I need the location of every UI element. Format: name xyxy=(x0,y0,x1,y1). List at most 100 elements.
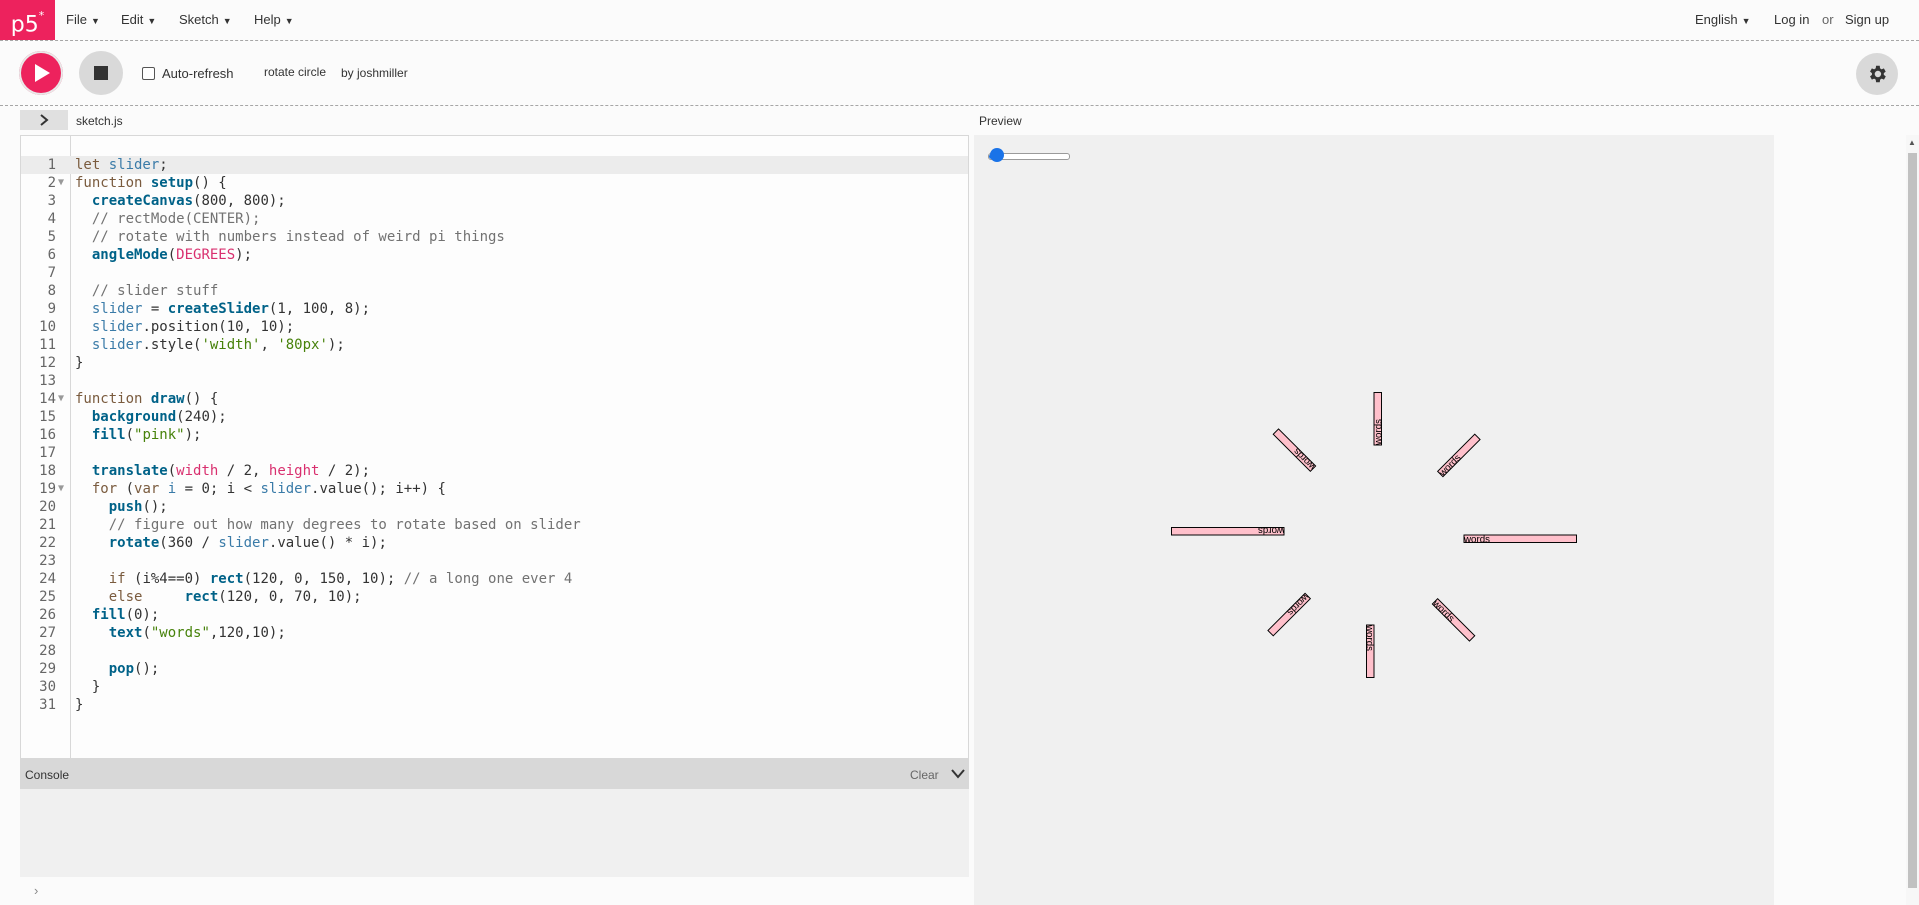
line-number: 13 xyxy=(39,373,56,389)
line-number: 6 xyxy=(47,247,56,263)
code-text: if (i%4==0) rect(120, 0, 150, 10); // a … xyxy=(108,571,573,587)
code-line[interactable]: 27 text("words",120,10); xyxy=(21,624,968,642)
or-separator: or xyxy=(1822,12,1834,27)
scrollbar-thumb[interactable] xyxy=(1908,153,1917,888)
code-line[interactable]: 9 slider = createSlider(1, 100, 8); xyxy=(21,300,968,318)
top-nav: p5* File ▼ Edit ▼ Sketch ▼ Help ▼ English ▼ L… xyxy=(0,0,1919,41)
code-line[interactable]: 29 pop(); xyxy=(21,660,968,678)
code-line[interactable]: 7 xyxy=(21,264,968,282)
code-line[interactable]: 16 fill("pink"); xyxy=(21,426,968,444)
code-line[interactable]: 24 if (i%4==0) rect(120, 0, 150, 10); //… xyxy=(21,570,968,588)
menu-edit-label: Edit xyxy=(121,12,144,27)
code-line[interactable]: 17 xyxy=(21,444,968,462)
play-button[interactable] xyxy=(19,51,63,95)
code-text: angleMode(DEGREES); xyxy=(91,247,253,263)
code-line[interactable]: 4 // rectMode(CENTER); xyxy=(21,210,968,228)
code-line[interactable]: 13 xyxy=(21,372,968,390)
menu-help[interactable]: Help ▼ xyxy=(254,12,294,27)
preview-rect xyxy=(1373,392,1382,446)
preview-rect-label: words xyxy=(1364,624,1375,651)
line-number: 2 xyxy=(47,175,56,191)
signup-link[interactable]: Sign up xyxy=(1845,12,1889,27)
login-link[interactable]: Log in xyxy=(1774,12,1809,27)
code-line[interactable]: 8 // slider stuff xyxy=(21,282,968,300)
line-number: 25 xyxy=(39,589,56,605)
preview-rect xyxy=(1436,433,1481,478)
code-text: // slider stuff xyxy=(75,283,219,299)
line-number: 14 xyxy=(39,391,56,407)
code-text: text("words",120,10); xyxy=(108,625,286,641)
chevron-down-icon[interactable] xyxy=(951,768,965,780)
code-line[interactable]: 10 slider.position(10, 10); xyxy=(21,318,968,336)
scroll-up-icon[interactable]: ▲ xyxy=(1908,138,1916,147)
menu-help-label: Help xyxy=(254,12,281,27)
chevron-right-icon xyxy=(40,114,49,126)
code-line[interactable]: 21 // figure out how many degrees to rot… xyxy=(21,516,968,534)
fold-arrow-icon[interactable]: ▼ xyxy=(58,174,64,192)
line-number: 7 xyxy=(47,265,56,281)
line-number: 15 xyxy=(39,409,56,425)
code-line[interactable]: 15 background(240); xyxy=(21,408,968,426)
p5-logo[interactable]: p5* xyxy=(0,0,55,40)
caret-down-icon: ▼ xyxy=(90,16,100,26)
line-number: 27 xyxy=(39,625,56,641)
code-text: } xyxy=(75,355,84,371)
code-line[interactable]: 6 angleMode(DEGREES); xyxy=(21,246,968,264)
code-line[interactable]: 30 } xyxy=(21,678,968,696)
stop-button[interactable] xyxy=(79,51,123,95)
fold-arrow-icon[interactable]: ▼ xyxy=(58,480,64,498)
auto-refresh-checkbox[interactable] xyxy=(142,67,155,80)
line-number: 16 xyxy=(39,427,56,443)
menu-file-label: File xyxy=(66,12,87,27)
code-line[interactable]: 1 let slider; xyxy=(21,156,968,174)
console-clear-button[interactable]: Clear xyxy=(910,768,939,782)
code-text: function setup() { xyxy=(75,175,227,191)
code-line[interactable]: 2 ▼ function setup() { xyxy=(21,174,968,192)
preview-rect xyxy=(1366,624,1375,678)
code-line[interactable]: 3 createCanvas(800, 800); xyxy=(21,192,968,210)
preview-rect-label: words xyxy=(1437,453,1464,480)
code-line[interactable]: 14 ▼ function draw() { xyxy=(21,390,968,408)
code-line[interactable]: 28 xyxy=(21,642,968,660)
play-icon xyxy=(35,64,50,82)
code-line[interactable]: 5 // rotate with numbers instead of weir… xyxy=(21,228,968,246)
preview-canvas[interactable]: words words words words words words words words xyxy=(974,135,1774,905)
menu-sketch[interactable]: Sketch ▼ xyxy=(179,12,232,27)
expand-sidebar-button[interactable] xyxy=(20,110,68,130)
logo-text: p5 xyxy=(10,12,39,38)
code-text: createCanvas(800, 800); xyxy=(91,193,286,209)
code-text: push(); xyxy=(108,499,168,515)
code-line[interactable]: 25 else rect(120, 0, 70, 10); xyxy=(21,588,968,606)
preview-rect xyxy=(1171,527,1285,536)
caret-down-icon: ▼ xyxy=(284,16,294,26)
code-line[interactable]: 18 translate(width / 2, height / 2); xyxy=(21,462,968,480)
preview-rect-group: words xyxy=(1436,433,1481,480)
menu-file[interactable]: File ▼ xyxy=(66,12,100,27)
gear-icon xyxy=(1870,65,1886,83)
code-line[interactable]: 22 rotate(360 / slider.value() * i); xyxy=(21,534,968,552)
menu-edit[interactable]: Edit ▼ xyxy=(121,12,156,27)
code-line[interactable]: 23 xyxy=(21,552,968,570)
code-editor[interactable]: 1 let slider; 2 ▼ function setup() {3 create… xyxy=(20,135,969,759)
preview-rect xyxy=(1431,597,1476,642)
sketch-name[interactable]: rotate circle xyxy=(264,65,326,79)
line-number: 9 xyxy=(47,301,56,317)
line-number: 3 xyxy=(47,193,56,209)
fold-arrow-icon[interactable]: ▼ xyxy=(58,390,64,408)
slider-thumb[interactable] xyxy=(989,148,1004,162)
code-line[interactable]: 31} xyxy=(21,696,968,714)
code-line[interactable]: 19 ▼ for (var i = 0; i < slider.value(); … xyxy=(21,480,968,498)
line-number: 28 xyxy=(39,643,56,659)
code-line[interactable]: 20 push(); xyxy=(21,498,968,516)
language-select[interactable]: English ▼ xyxy=(1695,12,1751,27)
file-tab[interactable]: sketch.js xyxy=(76,114,123,128)
settings-button[interactable] xyxy=(1856,53,1898,95)
code-line[interactable]: 12} xyxy=(21,354,968,372)
console-input[interactable]: › xyxy=(20,877,969,905)
sketch-author[interactable]: by joshmiller xyxy=(341,66,408,80)
code-line[interactable]: 26 fill(0); xyxy=(21,606,968,624)
code-line[interactable]: 11 slider.style('width', '80px'); xyxy=(21,336,968,354)
line-number: 10 xyxy=(39,319,56,335)
preview-scrollbar[interactable]: ▲ xyxy=(1906,135,1919,905)
code-text: rotate(360 / slider.value() * i); xyxy=(108,535,387,551)
